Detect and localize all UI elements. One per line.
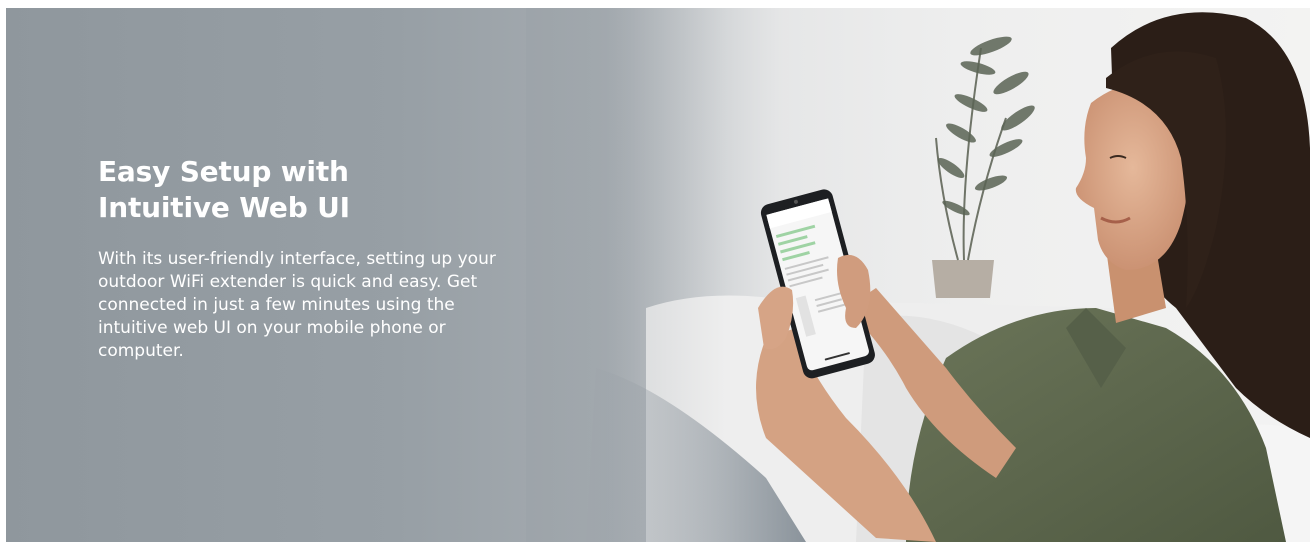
hero-title-line-1: Easy Setup with — [98, 155, 349, 188]
hero-banner: Easy Setup with Intuitive Web UI With it… — [6, 8, 1310, 542]
hero-text: Easy Setup with Intuitive Web UI With it… — [98, 154, 538, 363]
hero-title-line-2: Intuitive Web UI — [98, 191, 350, 224]
plant-pot — [932, 260, 994, 298]
hero-title: Easy Setup with Intuitive Web UI — [98, 154, 538, 226]
hero-description: With its user-friendly interface, settin… — [98, 249, 496, 361]
